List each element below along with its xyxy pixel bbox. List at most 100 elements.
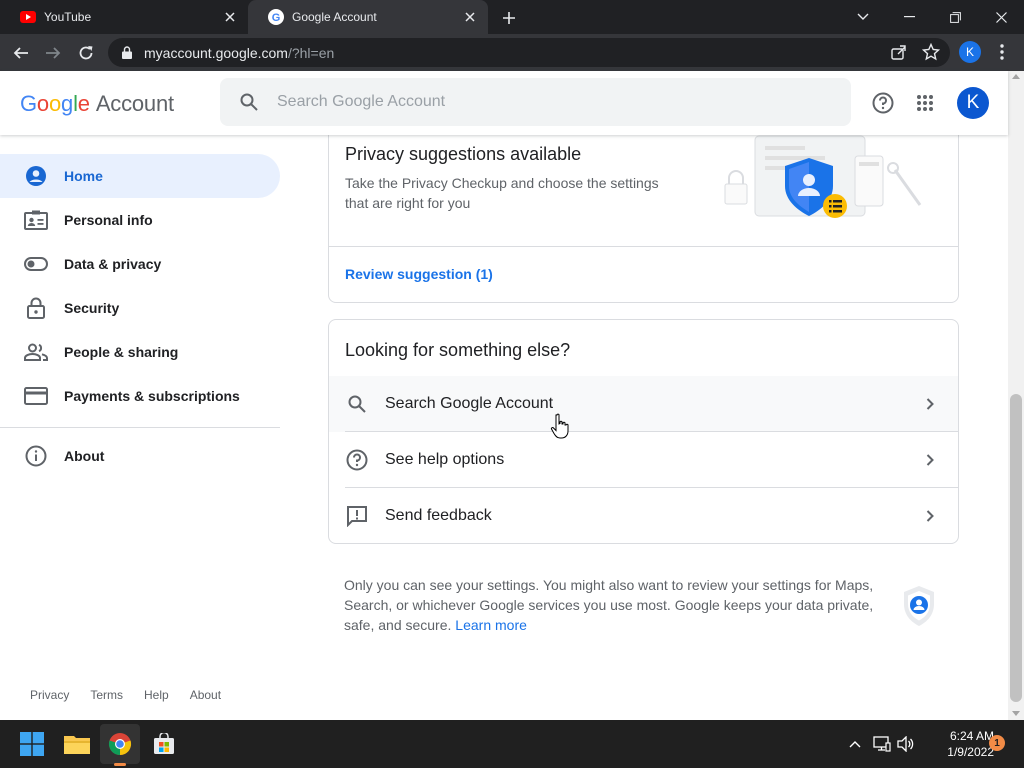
new-tab-button[interactable] xyxy=(498,7,520,29)
learn-more-link[interactable]: Learn more xyxy=(455,617,527,633)
logo-letter: g xyxy=(61,91,74,116)
browser-profile-avatar[interactable]: K xyxy=(959,41,981,63)
footer-link-privacy[interactable]: Privacy xyxy=(30,688,69,702)
microsoft-store-icon[interactable] xyxy=(144,724,184,764)
search-icon[interactable] xyxy=(237,90,261,114)
volume-icon[interactable] xyxy=(896,734,916,754)
scrollbar-thumb[interactable] xyxy=(1010,394,1022,702)
forward-button[interactable] xyxy=(40,40,66,66)
scroll-down-arrow-icon[interactable] xyxy=(1012,711,1020,716)
network-icon[interactable] xyxy=(872,734,892,754)
card-title: Looking for something else? xyxy=(345,340,571,360)
privacy-checkup-illustration xyxy=(724,135,922,218)
browser-tab-bar: YouTube G Google Account xyxy=(0,0,1024,34)
footer-link-help[interactable]: Help xyxy=(144,688,169,702)
youtube-icon xyxy=(20,9,36,25)
search-google-account-row[interactable]: Search Google Account xyxy=(329,376,958,432)
row-label: See help options xyxy=(385,451,505,468)
google-g-icon: G xyxy=(268,9,284,25)
footer-link-terms[interactable]: Terms xyxy=(90,688,123,702)
sidebar-item-label: Security xyxy=(64,300,120,316)
sidebar-divider xyxy=(0,427,280,428)
looking-for-something-else-card: Looking for something else? Search Googl… xyxy=(328,319,959,544)
search-icon xyxy=(345,392,369,416)
logo-letter: o xyxy=(36,91,49,116)
sidebar-item-label: Home xyxy=(64,168,103,184)
apps-grid-icon[interactable] xyxy=(911,89,939,117)
bookmark-star-icon[interactable] xyxy=(921,42,941,66)
sidebar-item-security[interactable]: Security xyxy=(0,286,280,330)
logo-letter: o xyxy=(48,91,62,116)
windows-start-icon[interactable] xyxy=(12,724,52,764)
sidebar-item-about[interactable]: About xyxy=(0,434,280,478)
sidebar-item-payments-subscriptions[interactable]: Payments & subscriptions xyxy=(0,374,280,418)
credit-card-icon xyxy=(24,384,48,408)
help-icon xyxy=(345,448,369,472)
sidebar-item-label: Personal info xyxy=(64,212,153,228)
sidebar-item-label: About xyxy=(64,448,105,464)
close-tab-icon[interactable] xyxy=(222,9,238,25)
google-account-logo[interactable]: Google Account xyxy=(20,91,174,117)
toggle-icon xyxy=(24,252,48,276)
feedback-icon xyxy=(345,504,369,528)
sidebar-item-people-sharing[interactable]: People & sharing xyxy=(0,330,280,374)
search-input[interactable] xyxy=(277,93,817,111)
row-label: Send feedback xyxy=(385,507,492,524)
minimize-button[interactable] xyxy=(886,0,932,34)
active-app-indicator xyxy=(114,763,126,766)
people-icon xyxy=(24,340,48,364)
footer-links: Privacy Terms Help About xyxy=(30,688,221,702)
chevron-right-icon xyxy=(918,392,942,416)
google-wordmark: Google xyxy=(20,91,90,117)
info-body: Only you can see your settings. You migh… xyxy=(344,577,874,633)
id-card-icon xyxy=(24,208,48,232)
browser-toolbar: myaccount.google.com/?hl=en K xyxy=(0,34,1024,71)
footer-link-about[interactable]: About xyxy=(190,688,221,702)
sidebar-nav: Home Personal info Data & privacy Securi… xyxy=(0,135,290,720)
tab-google-account[interactable]: G Google Account xyxy=(248,0,488,34)
shield-user-icon xyxy=(904,586,934,626)
chevron-right-icon xyxy=(918,448,942,472)
sidebar-item-home[interactable]: Home xyxy=(0,154,280,198)
clock-time: 6:24 AM xyxy=(949,729,994,743)
more-vert-icon[interactable] xyxy=(994,42,1010,62)
back-button[interactable] xyxy=(8,40,34,66)
file-explorer-icon[interactable] xyxy=(57,724,97,764)
chrome-taskbar-icon[interactable] xyxy=(100,724,140,764)
sidebar-item-label: Payments & subscriptions xyxy=(64,388,240,404)
tab-search-button[interactable] xyxy=(840,0,886,34)
page-header: Google Account K xyxy=(0,71,1008,135)
account-word: Account xyxy=(95,91,174,116)
restore-button[interactable] xyxy=(932,0,978,34)
lock-icon xyxy=(24,296,48,320)
card-description: Take the Privacy Checkup and choose the … xyxy=(345,175,659,211)
close-tab-icon[interactable] xyxy=(462,9,478,25)
svg-text:G: G xyxy=(272,12,281,24)
url-host: myaccount.google.com xyxy=(144,44,288,61)
taskbar-clock[interactable]: 6:24 AM 1/9/2022 xyxy=(920,728,994,760)
sidebar-item-personal-info[interactable]: Personal info xyxy=(0,198,280,242)
sidebar-item-label: People & sharing xyxy=(64,344,179,360)
tab-youtube[interactable]: YouTube xyxy=(0,0,248,34)
card-title: Privacy suggestions available xyxy=(345,144,582,164)
scroll-up-arrow-icon[interactable] xyxy=(1012,74,1020,79)
notification-badge[interactable]: 1 xyxy=(989,735,1005,751)
chevron-up-icon[interactable] xyxy=(845,734,865,754)
account-avatar[interactable]: K xyxy=(957,87,989,119)
share-icon[interactable] xyxy=(890,43,908,66)
reload-button[interactable] xyxy=(73,40,99,66)
send-feedback-row[interactable]: Send feedback xyxy=(329,488,958,543)
see-help-options-row[interactable]: See help options xyxy=(329,432,958,488)
help-icon[interactable] xyxy=(869,89,897,117)
sidebar-item-label: Data & privacy xyxy=(64,256,162,272)
tab-title: Google Account xyxy=(292,10,377,24)
lock-icon[interactable] xyxy=(120,46,134,60)
page-scrollbar[interactable] xyxy=(1008,71,1024,720)
main-content: Privacy suggestions available Take the P… xyxy=(290,135,1008,720)
review-suggestion-link[interactable]: Review suggestion (1) xyxy=(345,266,493,282)
sidebar-item-data-privacy[interactable]: Data & privacy xyxy=(0,242,280,286)
search-box[interactable] xyxy=(220,78,851,126)
address-bar[interactable]: myaccount.google.com/?hl=en xyxy=(108,38,950,67)
close-window-button[interactable] xyxy=(978,0,1024,34)
taskbar: 6:24 AM 1/9/2022 1 xyxy=(0,720,1024,768)
